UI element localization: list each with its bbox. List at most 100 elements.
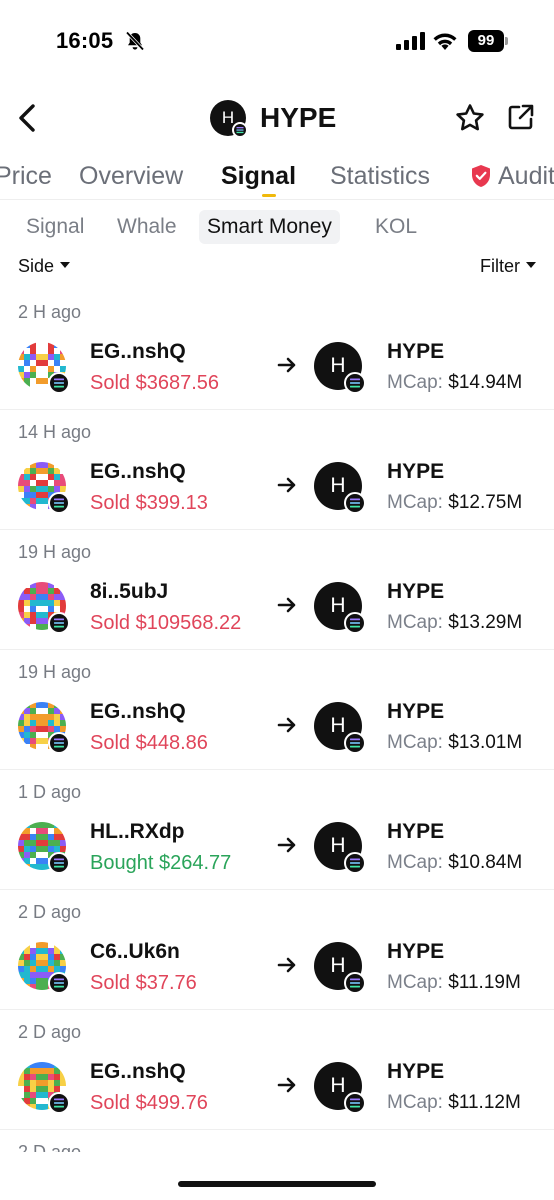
wallet-address[interactable]: EG..nshQ (90, 340, 186, 364)
tab-price[interactable]: Price (0, 160, 52, 192)
filter-dropdown[interactable]: Filter (480, 256, 536, 277)
solana-icon (344, 1092, 366, 1114)
sub-tabs: Signal Whale Smart Money KOL (0, 204, 554, 244)
bell-muted-icon (125, 31, 145, 51)
subtab-kol[interactable]: KOL (375, 210, 417, 244)
solana-icon (344, 612, 366, 634)
solana-icon (344, 492, 366, 514)
mcap-label: MCap: (387, 972, 443, 993)
trade-amount: Sold $109568.22 (90, 612, 242, 634)
tab-signal[interactable]: Signal (221, 160, 296, 192)
signal-row[interactable]: 2 D ago C6..Uk6n Sold $37.76 H HYPE MCap: $11… (0, 890, 554, 1010)
tab-statistics[interactable]: Statistics (330, 160, 430, 192)
wallet-address[interactable]: EG..nshQ (90, 1060, 186, 1084)
solana-icon (232, 122, 248, 138)
time-ago: 19 H ago (18, 542, 92, 562)
back-button[interactable] (12, 98, 44, 138)
solana-icon (344, 972, 366, 994)
mcap-label: MCap: (387, 492, 443, 513)
signal-row[interactable]: 2 D ago (0, 1130, 554, 1152)
status-time: 16:05 (56, 28, 114, 53)
market-cap: MCap: $12.75M (387, 492, 522, 514)
wallet-address[interactable]: C6..Uk6n (90, 940, 180, 964)
mcap-label: MCap: (387, 732, 443, 753)
battery-tip (505, 37, 508, 45)
side-dropdown[interactable]: Side (18, 256, 71, 277)
time-ago: 1 D ago (18, 782, 82, 802)
signal-row[interactable]: 19 H ago EG..nshQ Sold $448.86 H HYPE MCap: $… (0, 650, 554, 770)
share-icon[interactable] (506, 102, 536, 132)
subtab-smart-money[interactable]: Smart Money (199, 210, 340, 244)
token-symbol: HYPE (387, 940, 445, 963)
mcap-value: $11.19M (448, 972, 521, 993)
subtab-whale[interactable]: Whale (117, 210, 177, 244)
market-cap: MCap: $10.84M (387, 852, 522, 874)
main-tabs: Price Overview Signal Statistics Audit (0, 156, 554, 200)
market-cap: MCap: $11.19M (387, 972, 521, 994)
market-cap: MCap: $13.29M (387, 612, 522, 634)
tab-audit[interactable]: Audit (498, 160, 554, 192)
side-label: Side (18, 256, 55, 276)
filter-label: Filter (480, 256, 520, 276)
token-symbol: HYPE (387, 1060, 445, 1083)
signal-row[interactable]: 1 D ago HL..RXdp Bought $264.77 H HYPE MCap: … (0, 770, 554, 890)
solana-icon (344, 372, 366, 394)
token-symbol: HYPE (387, 580, 445, 603)
active-tab-indicator (262, 194, 276, 197)
star-icon[interactable] (454, 102, 486, 134)
battery-level: 99 (468, 30, 504, 52)
mcap-value: $11.12M (448, 1092, 521, 1113)
solana-icon (48, 612, 70, 634)
mcap-value: $12.75M (448, 492, 523, 513)
mcap-value: $10.84M (448, 852, 523, 873)
time-ago: 19 H ago (18, 662, 92, 682)
time-ago: 2 D ago (18, 1022, 82, 1042)
arrow-right-icon (277, 357, 296, 373)
token-symbol: HYPE (387, 700, 445, 723)
tab-overview[interactable]: Overview (79, 160, 183, 192)
solana-icon (48, 372, 70, 394)
solana-icon (48, 1092, 70, 1114)
mcap-label: MCap: (387, 852, 443, 873)
wallet-address[interactable]: EG..nshQ (90, 460, 186, 484)
time-ago: 14 H ago (18, 422, 92, 442)
token-symbol: HYPE (387, 820, 445, 843)
market-cap: MCap: $13.01M (387, 732, 522, 754)
home-indicator (178, 1181, 376, 1187)
market-cap: MCap: $14.94M (387, 372, 522, 394)
mcap-value: $14.94M (448, 372, 523, 393)
token-symbol: HYPE (387, 340, 445, 363)
time-ago: 2 D ago (18, 1142, 82, 1152)
trade-amount: Sold $448.86 (90, 732, 208, 754)
arrow-right-icon (277, 837, 296, 853)
trade-amount: Bought $264.77 (90, 852, 232, 874)
page-header: H HYPE (0, 92, 554, 148)
signal-row[interactable]: 2 D ago EG..nshQ Sold $499.76 H HYPE MCap: $1… (0, 1010, 554, 1130)
mcap-label: MCap: (387, 612, 443, 633)
caret-down-icon (526, 262, 536, 269)
time-ago: 2 D ago (18, 902, 82, 922)
solana-icon (48, 972, 70, 994)
subtab-signal[interactable]: Signal (26, 210, 84, 244)
solana-icon (344, 732, 366, 754)
signal-row[interactable]: 2 H ago EG..nshQ Sold $3687.56 H HYPE MCap: $… (0, 290, 554, 410)
time-ago: 2 H ago (18, 302, 82, 322)
arrow-right-icon (277, 597, 296, 613)
wifi-icon (433, 33, 457, 50)
token-logo: H (210, 100, 248, 138)
wallet-address[interactable]: EG..nshQ (90, 700, 186, 724)
solana-icon (48, 732, 70, 754)
signal-list: 2 H ago EG..nshQ Sold $3687.56 H HYPE MCap: $… (0, 290, 554, 1152)
tabs-divider (0, 199, 554, 200)
battery-indicator: 99 (468, 30, 508, 52)
wallet-address[interactable]: 8i..5ubJ (90, 580, 168, 604)
trade-amount: Sold $399.13 (90, 492, 208, 514)
arrow-right-icon (277, 1077, 296, 1093)
mcap-label: MCap: (387, 1092, 443, 1113)
status-bar: 16:05 99 (0, 0, 554, 84)
wallet-address[interactable]: HL..RXdp (90, 820, 185, 844)
solana-icon (48, 852, 70, 874)
signal-row[interactable]: 14 H ago EG..nshQ Sold $399.13 H HYPE MCap: $… (0, 410, 554, 530)
arrow-right-icon (277, 477, 296, 493)
signal-row[interactable]: 19 H ago 8i..5ubJ Sold $109568.22 H HYPE MCap… (0, 530, 554, 650)
